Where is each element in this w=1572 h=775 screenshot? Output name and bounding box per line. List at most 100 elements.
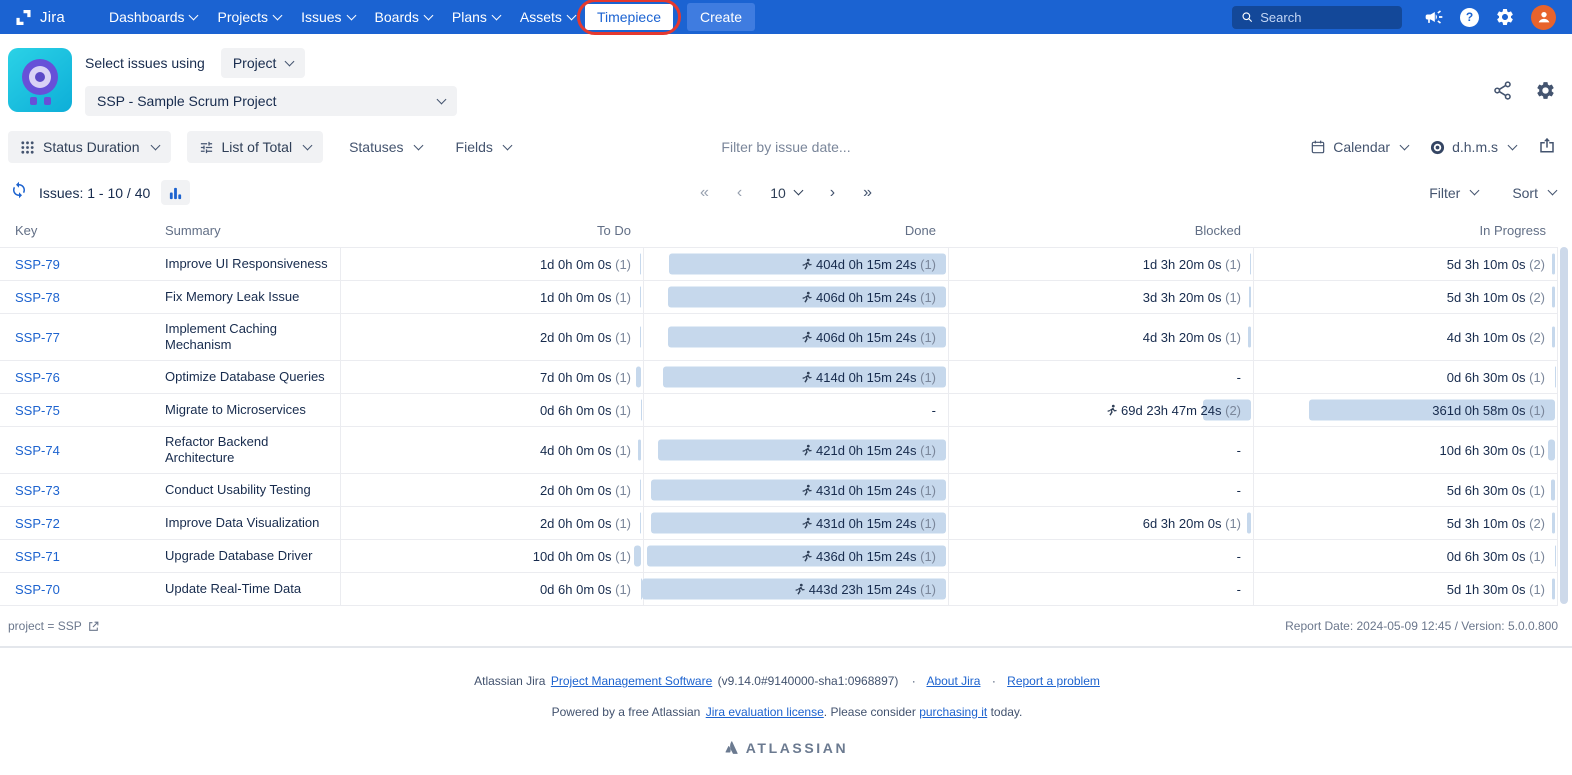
duration-value: 443d 23h 15m 24s (1) bbox=[793, 582, 936, 597]
issue-source-dropdown[interactable]: Project bbox=[221, 48, 306, 78]
issue-key-link[interactable]: SSP-70 bbox=[15, 582, 60, 597]
date-filter-input[interactable]: Filter by issue date... bbox=[721, 139, 850, 155]
issue-count: (1) bbox=[917, 370, 937, 385]
share-button[interactable] bbox=[1492, 80, 1513, 106]
chevron-down-icon bbox=[1470, 186, 1480, 196]
duration-value: - bbox=[932, 403, 936, 418]
statuses-dropdown[interactable]: Statuses bbox=[349, 139, 421, 155]
nav-item-label: Plans bbox=[452, 9, 487, 25]
blocked-duration-cell: - bbox=[948, 361, 1253, 393]
export-button[interactable] bbox=[1538, 136, 1556, 159]
next-page-button[interactable]: › bbox=[830, 184, 835, 202]
issue-key-link[interactable]: SSP-76 bbox=[15, 370, 60, 385]
chevron-down-icon bbox=[793, 186, 803, 196]
duration-bar bbox=[1247, 513, 1251, 534]
view-mode-label: List of Total bbox=[222, 139, 293, 155]
issue-key-link[interactable]: SSP-77 bbox=[15, 330, 60, 345]
duration-value: 2d 0h 0m 0s (1) bbox=[540, 483, 631, 498]
purchase-link[interactable]: purchasing it bbox=[919, 705, 987, 719]
nav-item-timepiece[interactable]: Timepiece bbox=[585, 4, 673, 30]
table-row: SSP-74 Refactor Backend Architecture 4d … bbox=[0, 427, 1558, 474]
issue-key-link[interactable]: SSP-71 bbox=[15, 549, 60, 564]
page-size-value: 10 bbox=[770, 185, 786, 201]
help-button[interactable]: ? bbox=[1460, 8, 1479, 27]
nav-item-boards[interactable]: Boards bbox=[365, 4, 442, 30]
user-avatar[interactable] bbox=[1531, 5, 1556, 30]
duration-value: 7d 0h 0m 0s (1) bbox=[540, 370, 631, 385]
nav-item-assets[interactable]: Assets bbox=[510, 4, 585, 30]
user-icon bbox=[1536, 9, 1552, 25]
create-button[interactable]: Create bbox=[687, 3, 755, 31]
issue-key-link[interactable]: SSP-79 bbox=[15, 257, 60, 272]
duration-value: 361d 0h 58m 0s (1) bbox=[1432, 403, 1545, 418]
settings-button[interactable] bbox=[1495, 7, 1515, 27]
nav-item-label: Assets bbox=[520, 9, 562, 25]
issue-count: (2) bbox=[1222, 403, 1242, 418]
issue-key-link[interactable]: SSP-72 bbox=[15, 516, 60, 531]
nav-item-plans[interactable]: Plans bbox=[442, 4, 510, 30]
column-header-todo: To Do bbox=[340, 217, 643, 247]
software-link[interactable]: Project Management Software bbox=[551, 674, 712, 688]
about-jira-link[interactable]: About Jira bbox=[926, 674, 980, 688]
first-page-button[interactable]: « bbox=[700, 184, 709, 202]
help-icon: ? bbox=[1460, 8, 1479, 27]
fields-dropdown[interactable]: Fields bbox=[456, 139, 511, 155]
report-type-dropdown[interactable]: Status Duration bbox=[8, 131, 171, 163]
nav-item-projects[interactable]: Projects bbox=[207, 4, 291, 30]
license-link[interactable]: Jira evaluation license bbox=[706, 705, 824, 719]
refresh-button[interactable] bbox=[10, 181, 28, 204]
report-footer: project = SSP Report Date: 2024-05-09 12… bbox=[0, 606, 1572, 648]
nav-item-dashboards[interactable]: Dashboards bbox=[99, 4, 208, 30]
issue-key-link[interactable]: SSP-75 bbox=[15, 403, 60, 418]
issue-summary-text: Upgrade Database Driver bbox=[165, 548, 312, 564]
chevron-down-icon bbox=[437, 94, 447, 104]
announcements-button[interactable] bbox=[1424, 7, 1444, 27]
atlassian-wordmark: ATLASSIAN bbox=[746, 740, 848, 756]
table-row: SSP-75 Migrate to Microservices 0d 6h 0m… bbox=[0, 394, 1558, 427]
column-header-done: Done bbox=[643, 217, 948, 247]
chart-view-button[interactable] bbox=[161, 180, 190, 205]
issue-key-link[interactable]: SSP-74 bbox=[15, 443, 60, 458]
prev-page-button[interactable]: ‹ bbox=[737, 184, 742, 202]
gear-icon bbox=[1495, 7, 1515, 27]
last-page-button[interactable]: » bbox=[863, 184, 872, 202]
duration-value: 406d 0h 15m 24s (1) bbox=[800, 290, 936, 305]
page-size-dropdown[interactable]: 10 bbox=[770, 185, 802, 201]
clock-format-icon bbox=[1430, 140, 1445, 155]
table-scrollbar[interactable] bbox=[1560, 247, 1568, 604]
duration-bar bbox=[1248, 327, 1251, 348]
inprogress-duration-cell: 4d 3h 10m 0s (2) bbox=[1253, 314, 1558, 360]
time-format-dropdown[interactable]: d.h.m.s bbox=[1430, 139, 1516, 155]
refresh-icon bbox=[10, 181, 28, 199]
duration-value: 0d 6h 0m 0s (1) bbox=[540, 403, 631, 418]
jira-logo[interactable]: Jira bbox=[14, 8, 65, 27]
search-box[interactable] bbox=[1232, 6, 1402, 29]
issue-key-link[interactable]: SSP-78 bbox=[15, 290, 60, 305]
export-icon bbox=[1538, 136, 1556, 154]
report-problem-link[interactable]: Report a problem bbox=[1007, 674, 1100, 688]
issue-count: (1) bbox=[917, 290, 937, 305]
duration-bar bbox=[1552, 513, 1556, 534]
search-input[interactable] bbox=[1260, 10, 1393, 25]
issue-summary: Fix Memory Leak Issue bbox=[165, 281, 340, 313]
view-mode-dropdown[interactable]: List of Total bbox=[187, 131, 324, 163]
runner-icon bbox=[800, 371, 813, 384]
issue-count: (2) bbox=[1526, 516, 1546, 531]
done-duration-cell: 404d 0h 15m 24s (1) bbox=[643, 248, 948, 280]
blocked-duration-cell: - bbox=[948, 474, 1253, 506]
issue-count: (1) bbox=[1526, 483, 1546, 498]
calendar-dropdown[interactable]: Calendar bbox=[1310, 139, 1408, 155]
chevron-down-icon bbox=[285, 56, 295, 66]
project-dropdown[interactable]: SSP - Sample Scrum Project bbox=[85, 86, 457, 116]
jql-query[interactable]: project = SSP bbox=[8, 619, 82, 633]
filter-dropdown[interactable]: Filter bbox=[1429, 185, 1478, 201]
report-settings-button[interactable] bbox=[1535, 80, 1556, 106]
nav-item-issues[interactable]: Issues bbox=[291, 4, 364, 30]
chevron-down-icon bbox=[189, 10, 199, 20]
done-duration-cell: 436d 0h 15m 24s (1) bbox=[643, 540, 948, 572]
sort-dropdown[interactable]: Sort bbox=[1512, 185, 1556, 201]
chevron-down-icon bbox=[491, 10, 501, 20]
issue-key-link[interactable]: SSP-73 bbox=[15, 483, 60, 498]
footer-text: today. bbox=[991, 705, 1023, 719]
issue-count: (1) bbox=[1222, 516, 1242, 531]
